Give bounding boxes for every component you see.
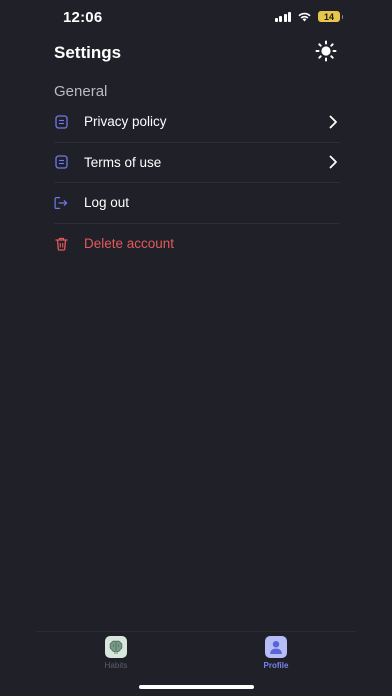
theme-toggle-button[interactable] — [313, 38, 339, 64]
tab-profile-label: Profile — [263, 661, 289, 670]
status-icons: 14 — [274, 11, 343, 22]
tab-habits[interactable]: Habits — [36, 632, 196, 675]
log-out-item[interactable]: Log out — [54, 183, 340, 224]
document-icon — [54, 115, 68, 129]
settings-list: Privacy policy Terms of use Log out Dele… — [54, 102, 340, 264]
chevron-right-icon — [329, 155, 337, 169]
trash-icon — [54, 237, 68, 251]
chevron-right-icon — [329, 115, 337, 129]
section-title-general: General — [54, 83, 108, 100]
status-time: 12:06 — [63, 9, 103, 26]
user-icon — [265, 636, 287, 658]
battery-icon: 14 — [318, 11, 343, 22]
privacy-policy-item[interactable]: Privacy policy — [54, 102, 340, 143]
logout-icon — [54, 196, 68, 210]
wifi-icon — [298, 12, 311, 22]
signal-icon — [274, 11, 291, 22]
log-out-label: Log out — [84, 195, 130, 211]
document-icon — [54, 155, 68, 169]
battery-level: 14 — [323, 11, 334, 22]
page-title: Settings — [54, 43, 122, 62]
home-indicator[interactable] — [139, 685, 254, 689]
terms-of-use-item[interactable]: Terms of use — [54, 143, 340, 183]
tab-bar: Habits Profile — [36, 631, 356, 675]
terms-of-use-label: Terms of use — [84, 154, 162, 170]
sun-icon — [315, 40, 337, 62]
privacy-policy-label: Privacy policy — [84, 114, 167, 130]
delete-account-label: Delete account — [84, 236, 175, 252]
tab-habits-label: Habits — [104, 661, 128, 670]
brain-icon — [105, 636, 127, 658]
status-bar: 12:06 14 — [0, 0, 392, 36]
tab-profile[interactable]: Profile — [196, 632, 356, 675]
delete-account-item[interactable]: Delete account — [54, 224, 340, 265]
